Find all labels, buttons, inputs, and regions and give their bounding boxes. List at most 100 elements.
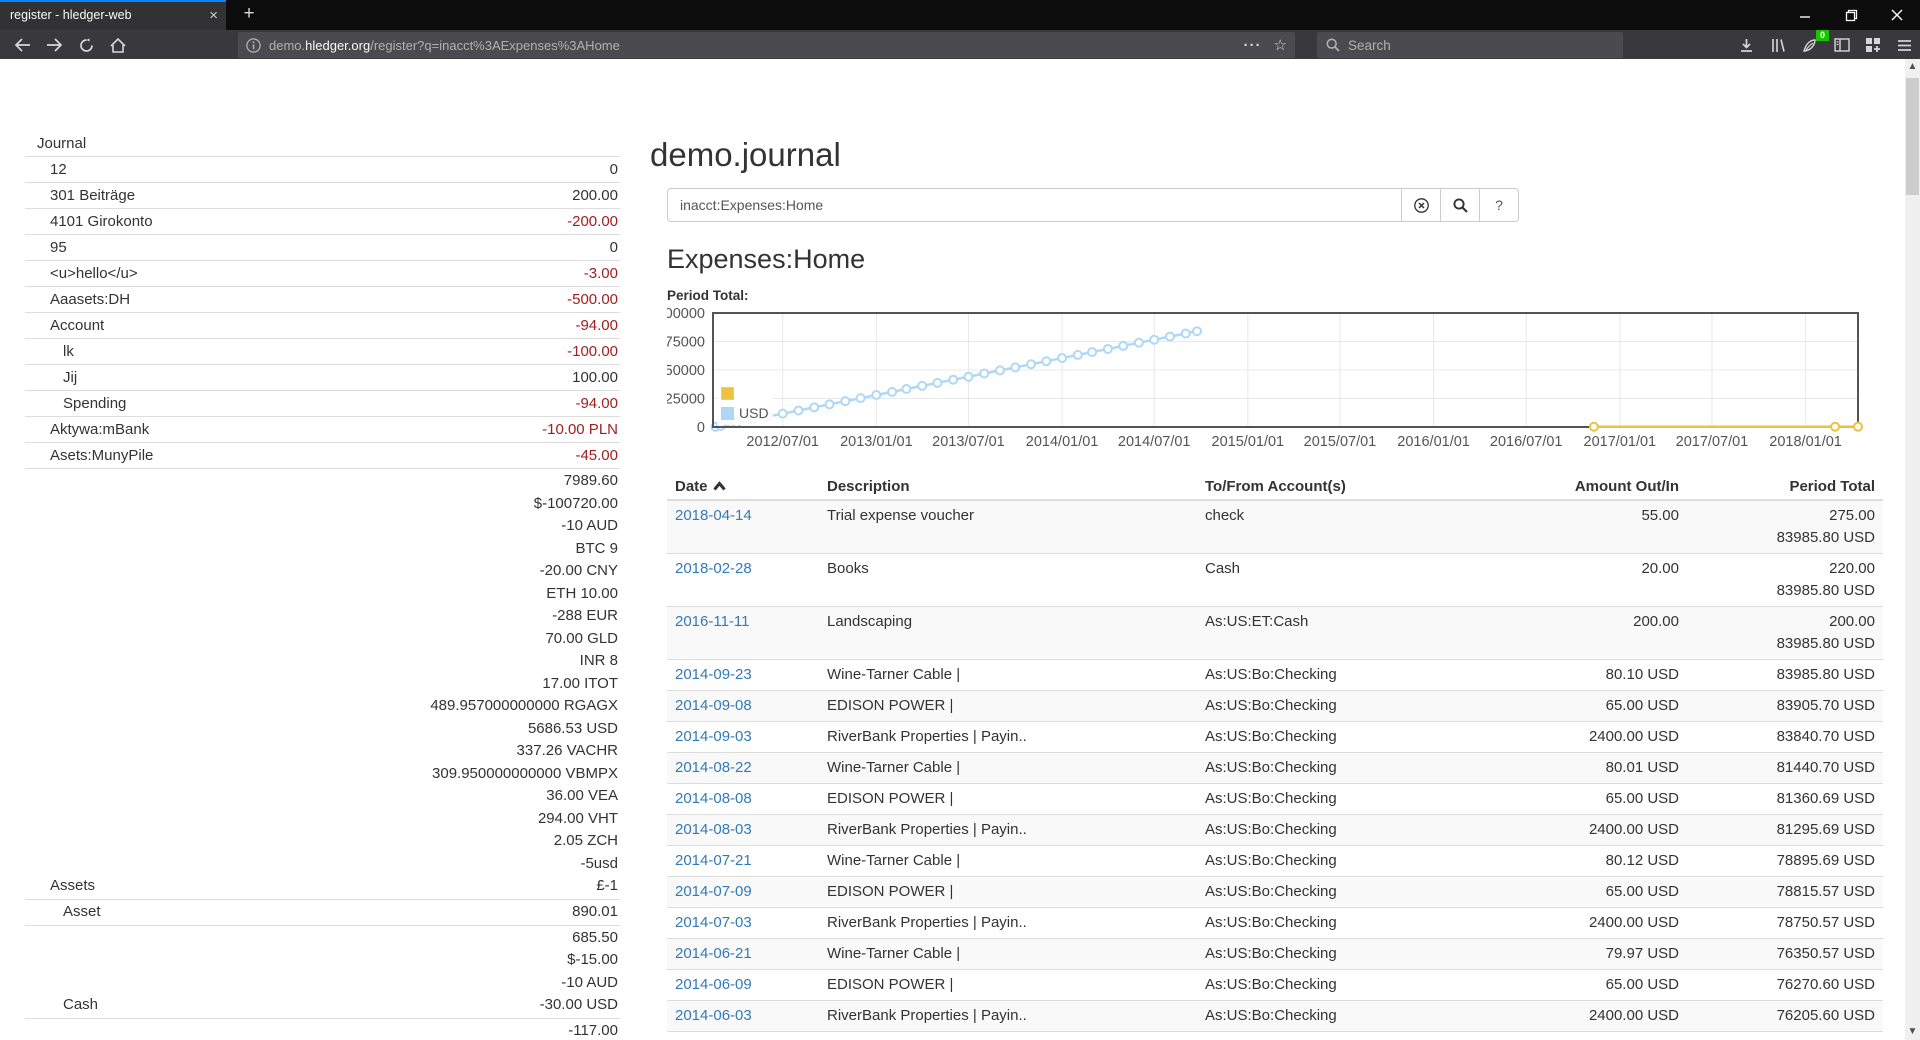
close-button[interactable] <box>1874 0 1920 30</box>
column-header-date[interactable]: Date <box>667 474 819 500</box>
table-row[interactable]: 2014-07-09EDISON POWER |As:US:Bo:Checkin… <box>667 877 1883 908</box>
query-input[interactable] <box>667 188 1402 222</box>
search-submit-button[interactable] <box>1441 188 1480 222</box>
transaction-date-link[interactable]: 2014-07-03 <box>675 914 752 931</box>
chart-canvas: 02500050000750001000002012/07/012013/01/… <box>667 308 1884 455</box>
back-button[interactable] <box>9 33 35 57</box>
cell-account: As:US:Bo:Checking <box>1197 1001 1419 1032</box>
bookmark-star-icon[interactable]: ☆ <box>1274 36 1287 54</box>
register-table: DateDescriptionTo/From Account(s)Amount … <box>667 474 1883 1040</box>
table-row[interactable]: 2014-08-08EDISON POWER |As:US:Bo:Checkin… <box>667 784 1883 815</box>
table-row[interactable]: 2014-07-21Wine-Tarner Cable |As:US:Bo:Ch… <box>667 846 1883 877</box>
table-row[interactable]: 2018-04-14Trial expense vouchercheck55.0… <box>667 500 1883 554</box>
sidebar-account-link[interactable]: Aaasets:DH <box>25 289 130 312</box>
cell-description: EDISON POWER | <box>819 970 1197 1001</box>
transaction-date-link[interactable]: 2014-06-09 <box>675 976 752 993</box>
addon-icon[interactable]: 0 <box>1797 33 1823 57</box>
scrollbar-thumb[interactable] <box>1906 78 1919 195</box>
downloads-icon[interactable] <box>1733 33 1759 57</box>
transaction-date-link[interactable]: 2014-09-08 <box>675 697 752 714</box>
table-row[interactable]: 2014-06-21Wine-Tarner Cable |As:US:Bo:Ch… <box>667 939 1883 970</box>
register-chart[interactable]: 02500050000750001000002012/07/012013/01/… <box>667 308 1884 455</box>
help-button[interactable]: ? <box>1480 188 1519 222</box>
cell-account: As:US:Bo:Checking <box>1197 970 1419 1001</box>
sidebar-account-link[interactable]: Asset <box>25 901 101 924</box>
sidebar-account-row: <u>hello</u>-3.00 <box>25 260 620 286</box>
new-tab-button[interactable]: + <box>234 0 264 30</box>
table-row[interactable]: 2014-05-21Wine-Tarner Cable |As:US:Bo:Ch… <box>667 1032 1883 1040</box>
sidebar-account-row: 4101 Girokonto-200.00 <box>25 208 620 234</box>
scroll-up-icon[interactable]: ▲ <box>1905 59 1920 75</box>
browser-search-field[interactable]: Search <box>1317 32 1623 58</box>
transaction-date-link[interactable]: 2014-06-21 <box>675 945 752 962</box>
url-bar[interactable]: demo.hledger.org/register?q=inacct%3AExp… <box>238 32 1295 58</box>
tab-close-icon[interactable]: × <box>209 8 218 23</box>
table-row[interactable]: 2014-07-03RiverBank Properties | Payin..… <box>667 908 1883 939</box>
sidebar-account-link[interactable]: Assets <box>25 875 95 898</box>
table-row[interactable]: 2014-06-09 EDISON POWER |As:US:Bo:Checkin… <box>667 970 1883 1001</box>
table-row[interactable]: 2014-08-22Wine-Tarner Cable |As:US:Bo:Ch… <box>667 753 1883 784</box>
sidebar-account-balance: -3.00 <box>138 263 620 286</box>
transaction-date-link[interactable]: 2014-06-03 <box>675 1007 752 1024</box>
search-icon <box>1326 38 1340 52</box>
transaction-date-link[interactable]: 2016-11-11 <box>675 613 750 630</box>
restore-button[interactable] <box>1828 0 1874 30</box>
table-row[interactable]: 2014-06-03RiverBank Properties | Payin..… <box>667 1001 1883 1032</box>
scroll-down-icon[interactable]: ▼ <box>1905 1024 1920 1040</box>
table-row[interactable]: 2016-11-11LandscapingAs:US:ET:Cash200.00… <box>667 607 1883 660</box>
minimize-button[interactable] <box>1782 0 1828 30</box>
reload-button[interactable] <box>73 33 99 57</box>
table-row[interactable]: 2014-09-08EDISON POWER |As:US:Bo:Checkin… <box>667 691 1883 722</box>
table-row[interactable]: 2014-09-03RiverBank Properties | Payin..… <box>667 722 1883 753</box>
sidebar-account-link[interactable]: lk <box>25 341 74 364</box>
home-button[interactable] <box>105 33 131 57</box>
svg-text:2015/07/01: 2015/07/01 <box>1304 434 1377 450</box>
menu-hamburger-icon[interactable] <box>1891 33 1917 57</box>
sidebar-account-link[interactable]: Spending <box>25 393 126 416</box>
sidebar-account-link[interactable]: 95 <box>25 237 67 260</box>
transaction-date-link[interactable]: 2018-02-28 <box>675 560 752 577</box>
site-info-icon[interactable] <box>246 38 261 53</box>
sidebar-account-balance: -10.00 PLN <box>149 419 620 442</box>
table-row[interactable]: 2014-08-03RiverBank Properties | Payin..… <box>667 815 1883 846</box>
cell-amount: 200.00 <box>1419 607 1687 660</box>
transaction-date-link[interactable]: 2014-09-23 <box>675 666 752 683</box>
sidebar-account-link[interactable]: 4101 Girokonto <box>25 211 153 234</box>
cell-account: As:US:Bo:Checking <box>1197 722 1419 753</box>
library-icon[interactable] <box>1765 33 1791 57</box>
sidebar-account-link[interactable]: <u>hello</u> <box>25 263 138 286</box>
clear-query-button[interactable] <box>1402 188 1441 222</box>
transaction-date-link[interactable]: 2014-07-21 <box>675 852 752 869</box>
transaction-date-link[interactable]: 2014-08-22 <box>675 759 752 776</box>
transaction-date-link[interactable]: 2014-09-03 <box>675 728 752 745</box>
sidebar-account-link[interactable]: Asets:MunyPile <box>25 445 153 468</box>
sidebar-account-link[interactable]: Journal <box>25 133 86 156</box>
transaction-date-link[interactable]: 2014-08-08 <box>675 790 752 807</box>
cell-account: As:US:ET:Cash <box>1197 607 1419 660</box>
table-row[interactable]: 2014-09-23Wine-Tarner Cable |As:US:Bo:Ch… <box>667 660 1883 691</box>
screenshots-grid-icon[interactable] <box>1860 33 1886 57</box>
sidebar-account-link[interactable]: 12 <box>25 159 67 182</box>
sidebar-account-link[interactable]: Jij <box>25 367 77 390</box>
sidebar-account-link[interactable]: 301 Beiträge <box>25 185 135 208</box>
page-actions-icon[interactable]: ··· <box>1244 37 1262 54</box>
cell-period-total: 200.0083985.80 USD <box>1687 607 1883 660</box>
sidebar-account-balance: 7989.60$-100720.00-10 AUDBTC 9-20.00 CNY… <box>95 470 620 898</box>
transaction-date-link[interactable]: 2014-07-09 <box>675 883 752 900</box>
sidebars-icon[interactable] <box>1829 33 1855 57</box>
svg-text:2016/07/01: 2016/07/01 <box>1490 434 1563 450</box>
sidebar-account-link[interactable]: Account <box>25 315 104 338</box>
transaction-date-link[interactable]: 2018-04-14 <box>675 507 752 524</box>
transaction-date-link[interactable]: 2014-08-03 <box>675 821 752 838</box>
browser-tab[interactable]: register - hledger-web × <box>0 0 226 30</box>
cell-description: Wine-Tarner Cable | <box>819 1032 1197 1040</box>
cell-period-total: 78895.69 USD <box>1687 846 1883 877</box>
cell-period-total: 220.0083985.80 USD <box>1687 554 1883 607</box>
page-scrollbar[interactable]: ▲ ▼ <box>1905 59 1920 1040</box>
forward-button[interactable] <box>41 33 67 57</box>
sidebar-account-link[interactable]: Aktywa:mBank <box>25 419 149 442</box>
sidebar-account-link[interactable]: Cash <box>25 994 98 1017</box>
cell-description: Wine-Tarner Cable | <box>819 846 1197 877</box>
table-row[interactable]: 2018-02-28BooksCash20.00220.0083985.80 U… <box>667 554 1883 607</box>
svg-text:25000: 25000 <box>667 392 705 408</box>
